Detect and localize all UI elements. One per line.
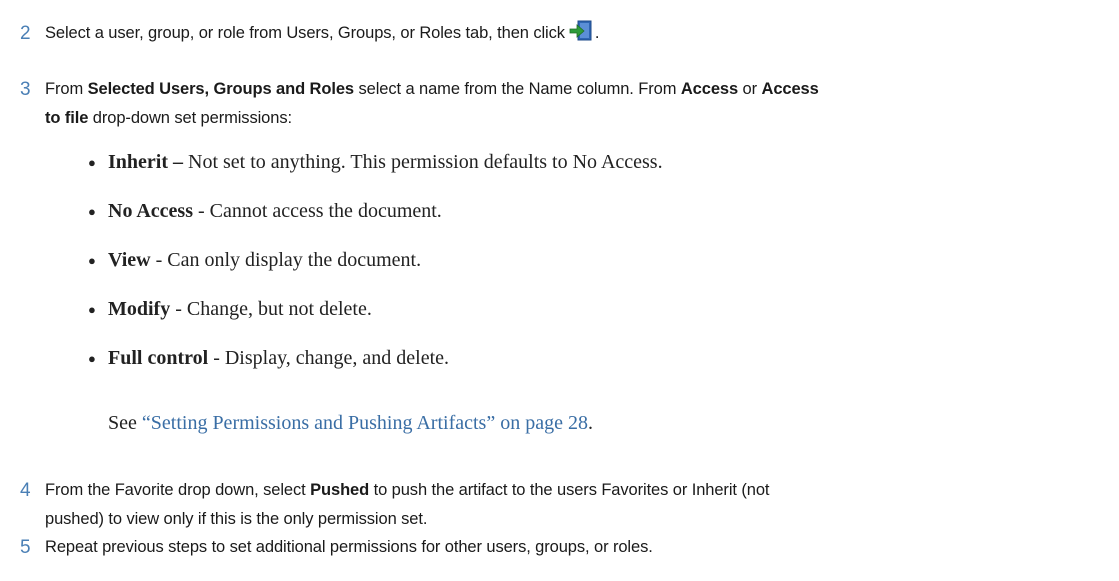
permission-term: No Access [108, 200, 193, 222]
cross-reference-link[interactable]: “Setting Permissions and Pushing Artifac… [142, 412, 588, 434]
bullet-icon: ● [88, 204, 96, 219]
access-to-file-term-a: Access [761, 80, 819, 98]
step-number: 5 [20, 537, 31, 558]
see-also: See “Setting Permissions and Pushing Art… [108, 409, 593, 438]
access-term: Access [680, 80, 739, 98]
permission-term: Full control [108, 347, 209, 369]
list-item: ● Inherit – Not set to anything. This pe… [88, 148, 1088, 197]
add-arrow-icon [569, 20, 592, 41]
step-3-text-d: drop-down set permissions: [88, 109, 292, 127]
step-2-period: . [594, 24, 600, 42]
bullet-icon: ● [88, 253, 96, 268]
permission-list: ● Inherit – Not set to anything. This pe… [88, 148, 1088, 393]
step-text: Select a user, group, or role from Users… [45, 19, 1110, 48]
pushed-term: Pushed [310, 481, 370, 499]
permission-separator: - [208, 347, 225, 369]
permission-separator: - [192, 200, 210, 222]
permission-description: Display, change, and delete. [224, 347, 450, 369]
list-item: ● No Access - Cannot access the document… [88, 197, 1088, 246]
bullet-icon: ● [88, 302, 96, 317]
step-4-text-a: From the Favorite drop down, select [45, 481, 311, 499]
document-page: 2 Select a user, group, or role from Use… [0, 0, 1119, 581]
permission-term: View [108, 249, 151, 271]
permission-term: Modify [108, 298, 171, 320]
step-4-text-c: pushed) to view only if this is the only… [45, 510, 428, 528]
step-3-text-a: From [45, 80, 88, 98]
step-3: 3 From Selected Users, Groups and Roles … [20, 75, 1110, 133]
step-text: Repeat previous steps to set additional … [45, 538, 653, 556]
access-to-file-term-b: to file [45, 109, 89, 127]
step-number: 4 [20, 480, 31, 501]
permission-description: Not set to anything. This permission def… [188, 151, 663, 173]
list-item: ● Modify - Change, but not delete. [88, 295, 1088, 344]
see-also-suffix: . [587, 412, 593, 434]
step-4: 4 From the Favorite drop down, select Pu… [20, 476, 1110, 534]
step-2: 2 Select a user, group, or role from Use… [20, 19, 1110, 48]
step-number: 3 [20, 79, 31, 100]
list-item: ● Full control - Display, change, and de… [88, 344, 1088, 393]
step-text: From Selected Users, Groups and Roles se… [45, 75, 1110, 133]
permission-separator: – [168, 151, 188, 173]
step-text: From the Favorite drop down, select Push… [45, 476, 1110, 534]
permission-separator: - [170, 298, 187, 320]
step-5: 5 Repeat previous steps to set additiona… [20, 533, 1110, 562]
selected-users-term: Selected Users, Groups and Roles [87, 80, 355, 98]
permission-description: Change, but not delete. [186, 298, 372, 320]
bullet-icon: ● [88, 155, 96, 170]
permission-term: Inherit [108, 151, 168, 173]
see-also-prefix: See [108, 412, 142, 434]
permission-description: Can only display the document. [167, 249, 422, 271]
step-4-text-b: to push the artifact to the users Favori… [369, 481, 770, 499]
step-number: 2 [20, 23, 31, 44]
permission-description: Cannot access the document. [209, 200, 442, 222]
list-item: ● View - Can only display the document. [88, 246, 1088, 295]
permission-separator: - [150, 249, 168, 271]
step-3-text-b: select a name from the Name column. From [354, 80, 681, 98]
bullet-icon: ● [88, 351, 96, 366]
step-3-text-c: or [738, 80, 762, 98]
step-2-text: Select a user, group, or role from Users… [45, 24, 565, 42]
